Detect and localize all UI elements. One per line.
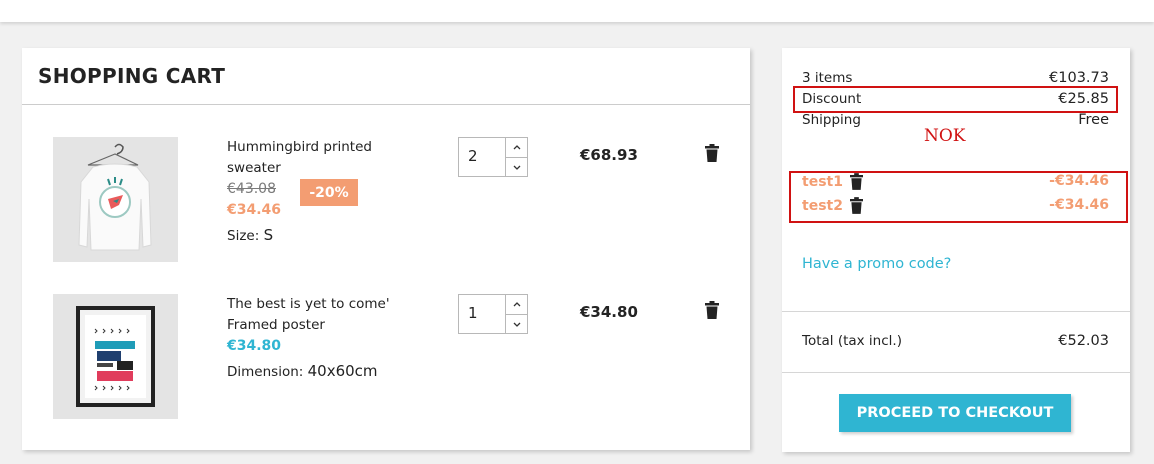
trash-icon (705, 301, 719, 319)
attribute-label: Size: (227, 228, 260, 244)
product-thumbnail-sweater[interactable] (53, 137, 178, 262)
quantity-stepper[interactable]: 2 (458, 137, 528, 177)
quantity-decrease-button[interactable] (506, 314, 527, 333)
trash-icon (705, 144, 719, 162)
chevron-down-icon (513, 165, 520, 170)
product-thumbnail-poster[interactable] (53, 294, 178, 419)
quantity-value[interactable]: 1 (468, 304, 478, 322)
remove-item-button[interactable] (705, 144, 719, 166)
promo-code-link[interactable]: Have a promo code? (802, 256, 951, 272)
line-total: €34.80 (580, 303, 638, 321)
sweater-image (78, 143, 152, 251)
cart-title: SHOPPING CART (38, 64, 226, 88)
chevron-down-icon (513, 322, 520, 327)
product-name[interactable]: The best is yet to come' Framed poster (227, 294, 427, 336)
annotation-box-vouchers (789, 171, 1128, 223)
shipping-value: Free (1078, 112, 1109, 128)
attribute-value: 40x60cm (307, 362, 378, 380)
discount-badge: -20% (300, 179, 358, 206)
poster-image (76, 306, 155, 407)
quantity-increase-button[interactable] (506, 138, 527, 157)
cart-item: The best is yet to come' Framed poster €… (22, 294, 750, 420)
quantity-increase-button[interactable] (506, 295, 527, 314)
product-attribute: Size: S (227, 225, 427, 247)
quantity-buttons (505, 138, 527, 176)
cart-divider (22, 104, 750, 105)
chevron-up-icon (513, 145, 520, 150)
annotation-box-discount (793, 86, 1118, 113)
total-value: €52.03 (1058, 333, 1109, 349)
subtotal-value: €103.73 (1049, 70, 1109, 86)
product-info: The best is yet to come' Framed poster €… (227, 294, 427, 383)
subtotal-row: 3 items €103.73 (802, 70, 1109, 86)
line-total: €68.93 (580, 146, 638, 164)
summary-divider (782, 311, 1130, 312)
total-label: Total (tax incl.) (802, 333, 902, 349)
product-attribute: Dimension: 40x60cm (227, 361, 427, 383)
top-header-bar (0, 0, 1154, 22)
remove-item-button[interactable] (705, 301, 719, 323)
shopping-cart-card: SHOPPING CART Hummingbird printed sweate… (22, 48, 750, 450)
cart-item: Hummingbird printed sweater €43.08 €34.4… (22, 137, 750, 263)
summary-divider (782, 372, 1130, 373)
quantity-decrease-button[interactable] (506, 157, 527, 176)
shipping-label: Shipping (802, 112, 861, 128)
product-name[interactable]: Hummingbird printed sweater (227, 137, 427, 179)
attribute-value: S (263, 226, 274, 244)
quantity-value[interactable]: 2 (468, 147, 478, 165)
subtotal-label: 3 items (802, 70, 853, 86)
proceed-to-checkout-button[interactable]: PROCEED TO CHECKOUT (839, 394, 1071, 432)
quantity-buttons (505, 295, 527, 333)
product-price: €34.80 (227, 338, 282, 354)
chevron-up-icon (513, 302, 520, 307)
quantity-stepper[interactable]: 1 (458, 294, 528, 334)
annotation-text: NOK (924, 126, 966, 146)
attribute-label: Dimension: (227, 364, 304, 380)
total-row: Total (tax incl.) €52.03 (802, 333, 1109, 349)
